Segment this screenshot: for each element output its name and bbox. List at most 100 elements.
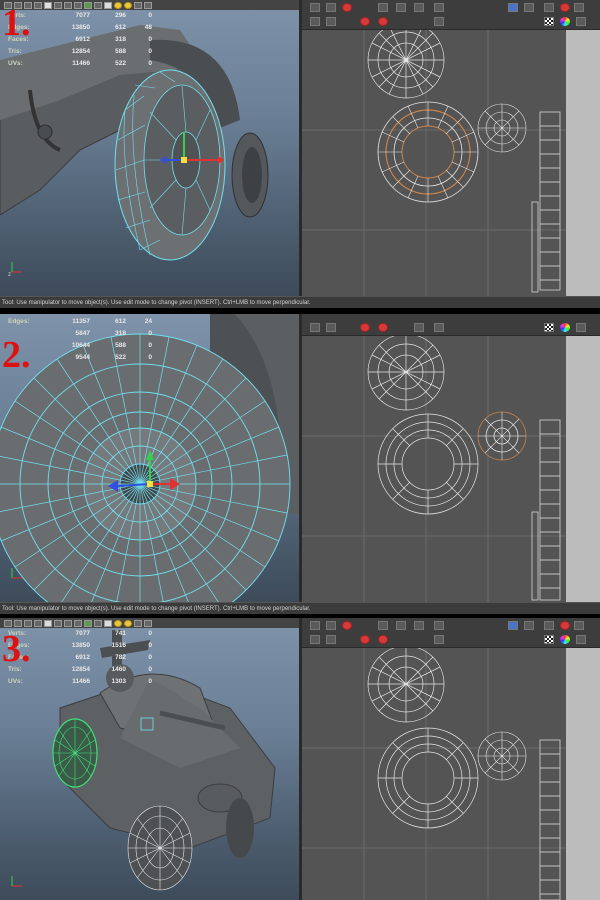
shadows-icon[interactable] bbox=[124, 619, 132, 627]
shadows-icon[interactable] bbox=[124, 1, 132, 9]
wireframe-icon[interactable] bbox=[74, 1, 82, 9]
uv-cut-icon[interactable] bbox=[326, 635, 336, 644]
lights-icon[interactable] bbox=[104, 619, 112, 627]
viewport-3d[interactable]: Edges: 11357 612 24 5847 318 0 10644 588 0 9544… bbox=[0, 314, 299, 602]
bookmark-icon[interactable] bbox=[24, 619, 32, 627]
uv-shell-cap-selected[interactable] bbox=[477, 411, 527, 461]
uv-filter-icon[interactable] bbox=[524, 621, 534, 630]
uv-align-icon[interactable] bbox=[378, 621, 388, 630]
resolution-gate-icon[interactable] bbox=[64, 1, 72, 9]
uv-filter-icon[interactable] bbox=[524, 3, 534, 12]
uv-pixel-snap-icon[interactable] bbox=[576, 635, 586, 644]
uv-shell-cap[interactable] bbox=[477, 103, 527, 153]
uv-flip-icon[interactable] bbox=[360, 17, 370, 26]
lights-icon[interactable] bbox=[104, 1, 112, 9]
uv-select-icon[interactable] bbox=[310, 3, 320, 12]
uv-image-icon[interactable] bbox=[544, 621, 554, 630]
uv-shell-tire[interactable] bbox=[377, 727, 479, 829]
uv-texture-editor[interactable] bbox=[302, 618, 600, 900]
uv-rotate-icon[interactable] bbox=[342, 3, 352, 12]
uv-shell-hub[interactable] bbox=[367, 30, 445, 99]
grid-icon[interactable] bbox=[44, 619, 52, 627]
uv-flip-icon[interactable] bbox=[360, 635, 370, 644]
resolution-gate-icon[interactable] bbox=[64, 619, 72, 627]
step-number-label: 3. bbox=[2, 628, 31, 670]
uv-grid-icon[interactable] bbox=[434, 17, 444, 26]
textured-icon[interactable] bbox=[94, 1, 102, 9]
grid-icon[interactable] bbox=[44, 1, 52, 9]
attributes-icon[interactable] bbox=[14, 619, 22, 627]
uv-unfold-icon[interactable] bbox=[378, 17, 388, 26]
uv-pixel-snap-icon[interactable] bbox=[576, 323, 586, 332]
uv-smudge-icon[interactable] bbox=[326, 323, 336, 332]
uv-shaded-icon[interactable] bbox=[508, 3, 518, 12]
uv-shell-tread-strip[interactable] bbox=[539, 739, 561, 900]
uv-checker-icon[interactable] bbox=[544, 17, 554, 26]
front-wheel-wireframe[interactable] bbox=[127, 805, 193, 891]
uv-lattice-icon[interactable] bbox=[310, 17, 320, 26]
uv-flip-icon[interactable] bbox=[360, 323, 370, 332]
uv-snapshot-icon[interactable] bbox=[434, 3, 444, 12]
uv-unfold-icon[interactable] bbox=[378, 323, 388, 332]
uv-lattice-icon[interactable] bbox=[310, 635, 320, 644]
viewport-toolbar bbox=[0, 618, 299, 628]
uv-shell-tread-strip[interactable] bbox=[531, 419, 561, 601]
uv-cut-icon[interactable] bbox=[326, 17, 336, 26]
smooth-shade-icon[interactable] bbox=[84, 1, 92, 9]
uv-texture-editor[interactable] bbox=[302, 0, 600, 296]
wireframe-icon[interactable] bbox=[74, 619, 82, 627]
uv-shaded-icon[interactable] bbox=[508, 621, 518, 630]
svg-text:z: z bbox=[8, 272, 11, 278]
uv-rotate-icon[interactable] bbox=[342, 621, 352, 630]
isolate-icon[interactable] bbox=[144, 619, 152, 627]
uv-smudge-icon[interactable] bbox=[326, 3, 336, 12]
smooth-shade-icon[interactable] bbox=[84, 619, 92, 627]
film-gate-icon[interactable] bbox=[54, 1, 62, 9]
uv-rgb-channels-icon[interactable] bbox=[560, 323, 570, 332]
default-light-icon[interactable] bbox=[114, 619, 122, 627]
uv-snapshot-icon[interactable] bbox=[434, 621, 444, 630]
uv-smudge-icon[interactable] bbox=[326, 621, 336, 630]
uv-shell-hub[interactable] bbox=[367, 336, 445, 411]
uv-shell-tire[interactable] bbox=[377, 413, 479, 515]
film-gate-icon[interactable] bbox=[54, 619, 62, 627]
xray-icon[interactable] bbox=[134, 619, 142, 627]
uv-image-icon[interactable] bbox=[544, 3, 554, 12]
uv-sew-icon[interactable] bbox=[414, 621, 424, 630]
uv-display-icon[interactable] bbox=[574, 3, 584, 12]
uv-grid-icon[interactable] bbox=[434, 635, 444, 644]
textured-icon[interactable] bbox=[94, 619, 102, 627]
isolate-icon[interactable] bbox=[144, 1, 152, 9]
highlighted-wheel[interactable] bbox=[52, 718, 98, 788]
uv-pixel-snap-icon[interactable] bbox=[576, 17, 586, 26]
uv-texture-editor[interactable] bbox=[302, 314, 600, 602]
uv-magnet-icon[interactable] bbox=[560, 621, 570, 630]
uv-shell-tire-selected[interactable] bbox=[377, 101, 479, 203]
uv-shell-cap[interactable] bbox=[477, 731, 527, 781]
uv-sew-icon[interactable] bbox=[414, 3, 424, 12]
uv-checker-icon[interactable] bbox=[544, 323, 554, 332]
uv-select-icon[interactable] bbox=[310, 621, 320, 630]
default-light-icon[interactable] bbox=[114, 1, 122, 9]
uv-grid-icon[interactable] bbox=[434, 323, 444, 332]
uv-select-icon[interactable] bbox=[310, 323, 320, 332]
uv-align-icon[interactable] bbox=[378, 3, 388, 12]
uv-layout-icon[interactable] bbox=[396, 621, 406, 630]
xray-icon[interactable] bbox=[134, 1, 142, 9]
viewport-3d[interactable]: z Verts: 7077 296 0 Edges: 13850 612 48 Faces:… bbox=[0, 0, 299, 296]
uv-shell-hub[interactable] bbox=[367, 648, 445, 723]
uv-shell-tread-strip[interactable] bbox=[531, 111, 561, 293]
selected-wheel-mesh[interactable] bbox=[114, 69, 226, 261]
camera-icon[interactable] bbox=[4, 619, 12, 627]
uv-layout-icon[interactable] bbox=[396, 3, 406, 12]
uv-magnet-icon[interactable] bbox=[560, 3, 570, 12]
uv-unfold-icon[interactable] bbox=[378, 635, 388, 644]
image-plane-icon[interactable] bbox=[34, 619, 42, 627]
uv-rgb-channels-icon[interactable] bbox=[560, 17, 570, 26]
uv-sew-icon[interactable] bbox=[414, 323, 424, 332]
image-plane-icon[interactable] bbox=[34, 1, 42, 9]
uv-display-icon[interactable] bbox=[574, 621, 584, 630]
uv-checker-icon[interactable] bbox=[544, 635, 554, 644]
viewport-3d[interactable]: Verts: 7077 741 0 Edges: 13850 1516 0 Faces: 69… bbox=[0, 618, 299, 900]
uv-rgb-channels-icon[interactable] bbox=[560, 635, 570, 644]
